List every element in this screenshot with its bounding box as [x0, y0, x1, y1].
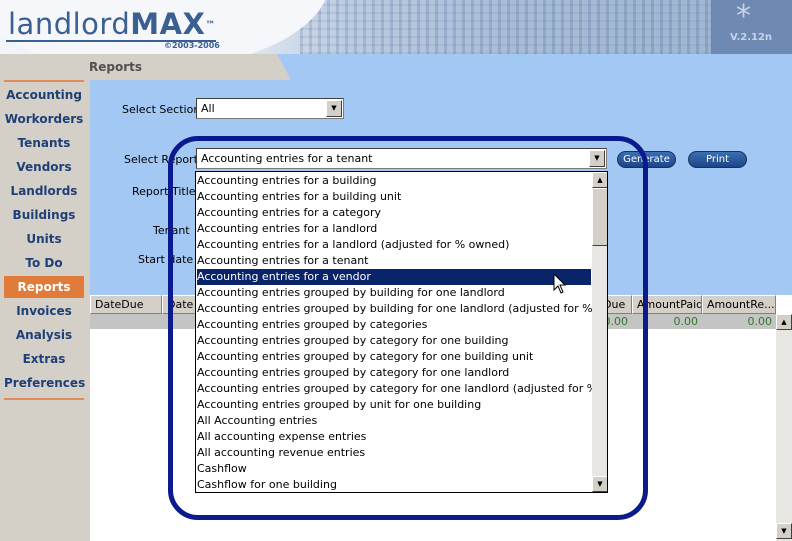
- page-title: Reports: [89, 60, 143, 74]
- sidebar-divider: [4, 80, 84, 82]
- report-options-list[interactable]: Accounting entries for a building Account…: [195, 171, 608, 493]
- chevron-down-icon[interactable]: ▼: [326, 100, 342, 117]
- print-button[interactable]: Print: [688, 151, 747, 168]
- column-header-amountpaid[interactable]: AmountPaid: [632, 295, 702, 314]
- header-building-image: [300, 0, 710, 54]
- list-item[interactable]: Accounting entries for a category: [197, 205, 591, 221]
- tenant-label: Tenant: [153, 224, 190, 237]
- version-label: V.2.12n: [730, 32, 773, 43]
- sidebar-item-units[interactable]: Units: [4, 228, 84, 250]
- column-header-datedue[interactable]: DateDue: [90, 295, 162, 314]
- scroll-down-icon[interactable]: ▼: [592, 476, 607, 492]
- list-item[interactable]: Accounting entries grouped by building f…: [197, 301, 607, 317]
- list-scrollbar[interactable]: ▲ ▼: [592, 172, 607, 492]
- select-section-label: Select Section: [122, 103, 201, 116]
- sidebar-item-workorders[interactable]: Workorders: [4, 108, 84, 130]
- asterisk-icon: *: [736, 0, 751, 34]
- copyright-text: ©2003-2006: [164, 41, 220, 50]
- start-date-label: Start date: [138, 253, 194, 266]
- list-item[interactable]: Accounting entries for a tenant: [197, 253, 591, 269]
- list-item[interactable]: Accounting entries for a vendor: [197, 269, 591, 285]
- select-report-dropdown[interactable]: Accounting entries for a tenant ▼: [196, 148, 607, 169]
- sidebar-item-landlords[interactable]: Landlords: [4, 180, 84, 202]
- report-title-label: Report Title: [132, 185, 196, 198]
- list-item[interactable]: Accounting entries grouped by category f…: [197, 349, 591, 365]
- scroll-up-icon[interactable]: ▲: [776, 314, 792, 330]
- title-tab: [0, 54, 291, 80]
- list-item[interactable]: All accounting expense entries: [197, 429, 591, 445]
- list-item[interactable]: Accounting entries for a landlord (adjus…: [197, 237, 591, 253]
- sidebar-item-tenants[interactable]: Tenants: [4, 132, 84, 154]
- chevron-down-icon[interactable]: ▼: [589, 150, 605, 167]
- version-panel: [711, 0, 792, 54]
- list-item[interactable]: Accounting entries for a landlord: [197, 221, 591, 237]
- select-report-value: Accounting entries for a tenant: [201, 152, 373, 165]
- logo-text-thin: landlord: [8, 7, 131, 41]
- list-item[interactable]: Accounting entries grouped by category f…: [197, 333, 591, 349]
- sidebar-item-reports[interactable]: Reports: [4, 276, 84, 298]
- table-scrollbar[interactable]: ▲ ▼: [776, 314, 792, 541]
- sidebar-item-preferences[interactable]: Preferences: [4, 372, 85, 394]
- scroll-up-icon[interactable]: ▲: [592, 172, 607, 188]
- list-item[interactable]: Accounting entries grouped by building f…: [197, 285, 591, 301]
- list-item[interactable]: Cashflow for one building: [197, 477, 591, 492]
- list-item[interactable]: Accounting entries grouped by category f…: [197, 381, 607, 397]
- sidebar-item-todo[interactable]: To Do: [4, 252, 84, 274]
- list-item[interactable]: Cashflow: [197, 461, 591, 477]
- logo-trademark: ™: [205, 20, 216, 31]
- sidebar-item-buildings[interactable]: Buildings: [4, 204, 84, 226]
- sidebar-item-analysis[interactable]: Analysis: [4, 324, 84, 346]
- list-item[interactable]: Accounting entries grouped by category f…: [197, 365, 591, 381]
- select-section-value: All: [201, 102, 215, 115]
- list-item[interactable]: Accounting entries for a building: [197, 173, 591, 189]
- sidebar-item-extras[interactable]: Extras: [4, 348, 84, 370]
- generate-button[interactable]: Generate: [617, 151, 676, 168]
- scrollbar-thumb[interactable]: [592, 188, 607, 246]
- list-item[interactable]: All accounting revenue entries: [197, 445, 591, 461]
- list-item[interactable]: Accounting entries grouped by unit for o…: [197, 397, 591, 413]
- app-logo: landlordMAX™: [8, 8, 216, 40]
- column-header-amountreceived[interactable]: AmountRe...: [702, 295, 776, 314]
- logo-text-bold: MAX: [130, 7, 206, 41]
- sidebar-item-vendors[interactable]: Vendors: [4, 156, 84, 178]
- list-item[interactable]: Accounting entries for a building unit: [197, 189, 591, 205]
- select-report-label: Select Report: [124, 153, 198, 166]
- table-cell-amountreceived: 0.00: [747, 315, 773, 328]
- list-item[interactable]: Accounting entries grouped by categories: [197, 317, 591, 333]
- sidebar-item-invoices[interactable]: Invoices: [4, 300, 84, 322]
- scroll-down-icon[interactable]: ▼: [776, 523, 792, 539]
- sidebar-item-accounting[interactable]: Accounting: [4, 84, 84, 106]
- sidebar-divider: [4, 398, 84, 400]
- list-item[interactable]: All Accounting entries: [197, 413, 591, 429]
- mouse-cursor-icon: [553, 273, 567, 294]
- table-cell-amountpaid: 0.00: [673, 315, 699, 328]
- select-section-dropdown[interactable]: All ▼: [196, 98, 344, 119]
